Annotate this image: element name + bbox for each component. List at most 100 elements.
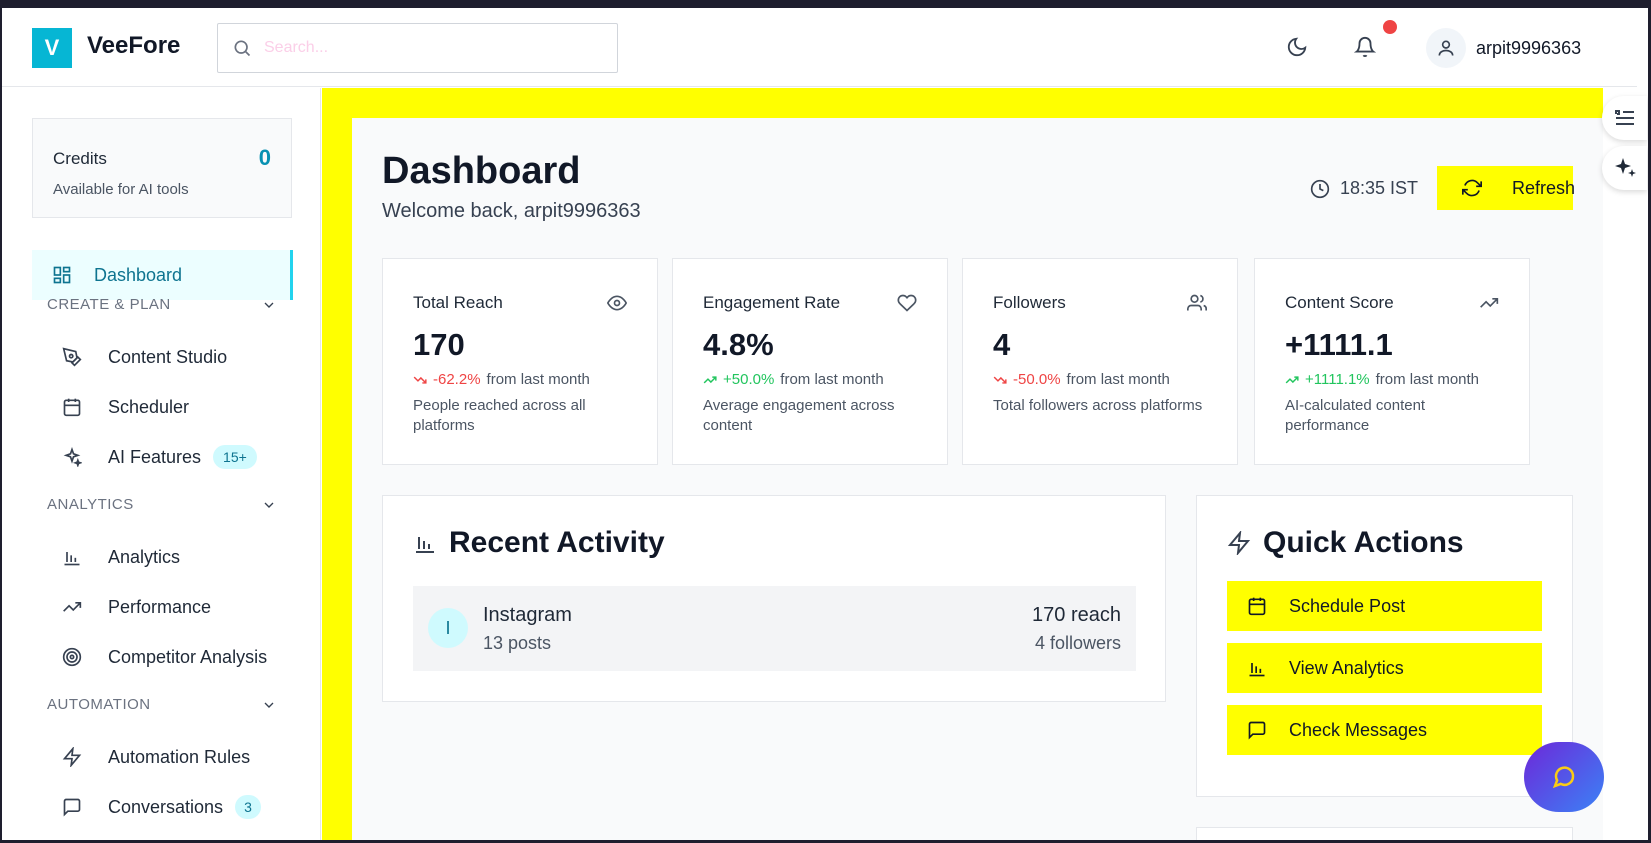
calendar-icon: [62, 397, 82, 417]
app-name[interactable]: VeeFore: [87, 32, 180, 60]
top-header: V VeeFore arpit9996363: [2, 8, 1637, 87]
section-automation[interactable]: AUTOMATION: [47, 696, 277, 713]
stat-from: from last month: [1066, 371, 1170, 388]
stat-value: 170: [413, 327, 465, 362]
message-square-icon: [1247, 720, 1267, 740]
reach-count: 170 reach: [1032, 604, 1121, 626]
list-item[interactable]: I Instagram 13 posts 170 reach 4 followe…: [413, 586, 1136, 671]
stat-description: People reached across all platforms: [413, 397, 586, 434]
ai-sparkle-tool[interactable]: [1602, 146, 1647, 190]
time-label: 18:35 IST: [1340, 178, 1419, 198]
pen-tool-icon: [62, 347, 82, 367]
stat-description: AI-calculated content performance: [1285, 397, 1426, 434]
sidebar-item-conversations[interactable]: Conversations 3: [62, 787, 302, 827]
welcome-text: Welcome back, arpit9996363: [382, 200, 641, 222]
trending-down-icon: [993, 373, 1007, 387]
sidebar-item-analytics[interactable]: Analytics: [62, 537, 302, 577]
bar-chart-icon: [413, 531, 437, 555]
refresh-button[interactable]: Refresh: [1437, 166, 1576, 210]
stat-delta: +50.0%: [723, 371, 775, 388]
bell-icon[interactable]: [1354, 36, 1376, 58]
clock-icon: [1310, 179, 1330, 199]
section-analytics[interactable]: ANALYTICS: [47, 496, 277, 513]
layout-grid-icon: [52, 265, 72, 285]
stat-card-content-score: Content Score +1111.1 +1111.1% from last…: [1254, 258, 1530, 465]
card-header: Recent Activity: [413, 526, 665, 560]
recent-activity-card: Recent Activity I Instagram 13 posts 170…: [382, 495, 1166, 702]
users-icon: [1187, 293, 1207, 313]
follower-count: 4 followers: [1034, 633, 1121, 653]
trending-up-icon: [62, 597, 82, 617]
section-create-plan[interactable]: CREATE & PLAN: [47, 296, 277, 313]
sidebar-item-competitor-analysis[interactable]: Competitor Analysis: [62, 637, 302, 677]
sidebar-item-label: Performance: [108, 596, 212, 617]
bar-chart-icon: [62, 547, 82, 567]
check-messages-button[interactable]: Check Messages: [1227, 705, 1542, 755]
window-frame-top: [0, 0, 1651, 8]
moon-icon[interactable]: [1286, 36, 1308, 58]
sidebar-item-label: AI Features: [108, 446, 202, 467]
trending-down-icon: [413, 373, 427, 387]
stat-card-followers: Followers 4 -50.0% from last month Total…: [962, 258, 1238, 465]
credits-label: Credits: [53, 149, 107, 168]
sparkles-icon: [1613, 156, 1637, 180]
stat-title: Content Score: [1285, 293, 1394, 312]
chevron-down-icon: [261, 497, 277, 513]
page-title: Dashboard: [382, 150, 581, 192]
stat-description: Average engagement across content: [703, 397, 895, 434]
sidebar-item-dashboard[interactable]: Dashboard: [32, 250, 293, 300]
count-badge: 15+: [213, 445, 257, 469]
sidebar-item-automation-rules[interactable]: Automation Rules: [62, 737, 302, 777]
trending-up-icon: [1285, 373, 1299, 387]
section-title: AUTOMATION: [47, 696, 151, 713]
eye-icon: [607, 293, 627, 313]
sidebar-item-content-studio[interactable]: Content Studio: [62, 337, 302, 377]
chat-fab-button[interactable]: [1524, 742, 1604, 812]
stat-value: 4.8%: [703, 327, 774, 362]
sidebar-item-performance[interactable]: Performance: [62, 587, 302, 627]
credits-subtitle: Available for AI tools: [53, 181, 189, 198]
username[interactable]: arpit9996363: [1476, 38, 1581, 59]
stat-from: from last month: [780, 371, 884, 388]
post-count: 13 posts: [483, 633, 552, 653]
current-time: 18:35 IST: [1310, 178, 1418, 199]
app-logo[interactable]: V: [32, 28, 72, 68]
sidebar-item-label: Dashboard: [94, 264, 183, 285]
stat-change: -62.2% from last month: [413, 371, 590, 388]
dashboard-content: Dashboard Welcome back, arpit9996363 18:…: [352, 118, 1603, 843]
calendar-icon: [1247, 596, 1267, 616]
message-square-icon: [62, 797, 82, 817]
section-title: CREATE & PLAN: [47, 296, 171, 313]
chevron-down-icon: [261, 697, 277, 713]
zap-icon: [62, 747, 82, 767]
search-input[interactable]: [264, 39, 594, 57]
user-avatar[interactable]: [1426, 28, 1466, 68]
card-title: Quick Actions: [1263, 526, 1464, 559]
card-title: Recent Activity: [449, 526, 665, 559]
schedule-post-button[interactable]: Schedule Post: [1227, 581, 1542, 631]
chevron-down-icon: [261, 297, 277, 313]
sidebar-item-label: Analytics: [108, 546, 181, 567]
refresh-label: Refresh: [1512, 177, 1576, 198]
credits-value: 0: [258, 145, 271, 170]
refresh-icon: [1462, 178, 1482, 198]
stat-change: -50.0% from last month: [993, 371, 1170, 388]
zap-icon: [1227, 531, 1251, 555]
sidebar-item-scheduler[interactable]: Scheduler: [62, 387, 302, 427]
heart-icon: [897, 293, 917, 313]
button-label: Schedule Post: [1289, 595, 1406, 616]
stat-delta: -62.2%: [433, 371, 481, 388]
stat-from: from last month: [1375, 371, 1480, 388]
sparkles-icon: [62, 447, 82, 467]
search-icon: [232, 38, 252, 58]
platform-avatar: I: [428, 608, 468, 648]
sidebar-item-label: Competitor Analysis: [108, 646, 268, 667]
count-badge: 3: [235, 795, 261, 819]
sidebar-item-ai-features[interactable]: AI Features 15+: [62, 437, 302, 477]
stat-value: 4: [993, 327, 1011, 362]
search-box[interactable]: [217, 23, 618, 73]
button-label: View Analytics: [1289, 657, 1404, 678]
stat-delta: -50.0%: [1013, 371, 1061, 388]
view-analytics-button[interactable]: View Analytics: [1227, 643, 1542, 693]
quote-list-tool[interactable]: [1602, 96, 1647, 140]
